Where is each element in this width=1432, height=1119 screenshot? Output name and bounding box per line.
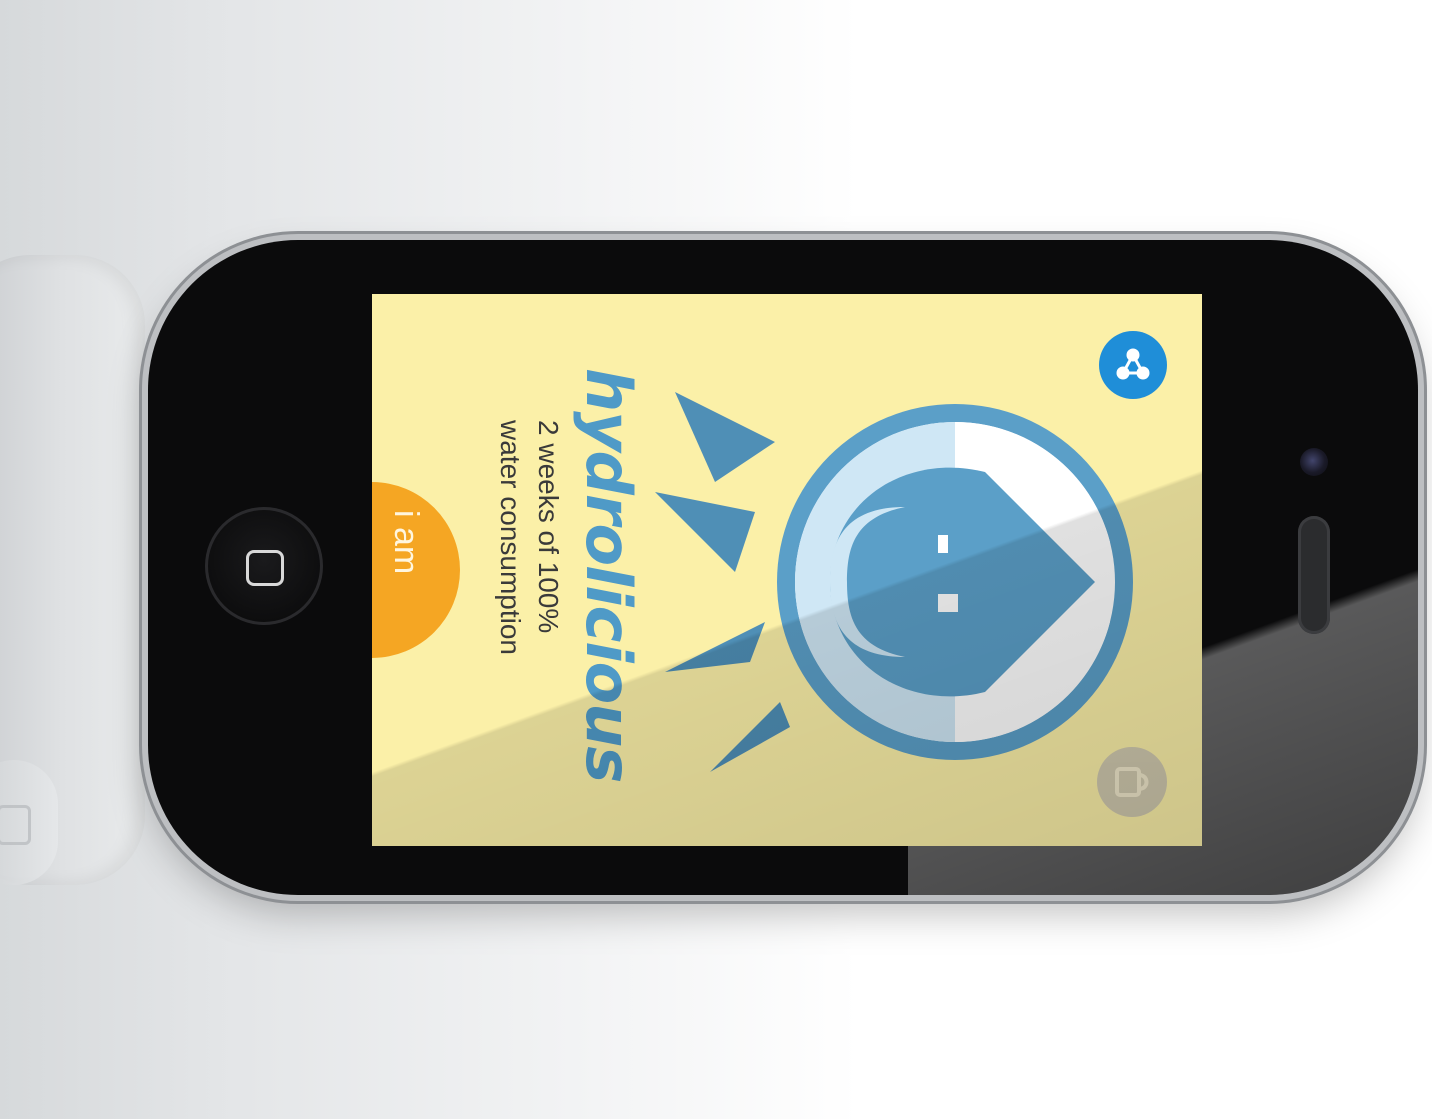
earpiece-speaker <box>1298 516 1330 634</box>
dock-home-button-reflection <box>0 760 58 885</box>
water-drop-character-icon <box>655 392 1133 772</box>
dock-stand <box>0 255 145 885</box>
i-am-label: i am <box>387 510 425 575</box>
subtitle-line-2: water consumption <box>495 420 526 656</box>
share-button[interactable] <box>1099 331 1167 399</box>
cup-icon <box>1115 767 1149 797</box>
share-icon <box>1116 348 1150 380</box>
subtitle-line-1: 2 weeks of 100% <box>533 420 564 634</box>
front-camera <box>1300 448 1328 476</box>
home-button[interactable] <box>205 507 323 625</box>
home-square-icon <box>246 550 284 586</box>
app-title: hydrolicious <box>572 368 645 783</box>
cup-button[interactable] <box>1097 747 1167 817</box>
